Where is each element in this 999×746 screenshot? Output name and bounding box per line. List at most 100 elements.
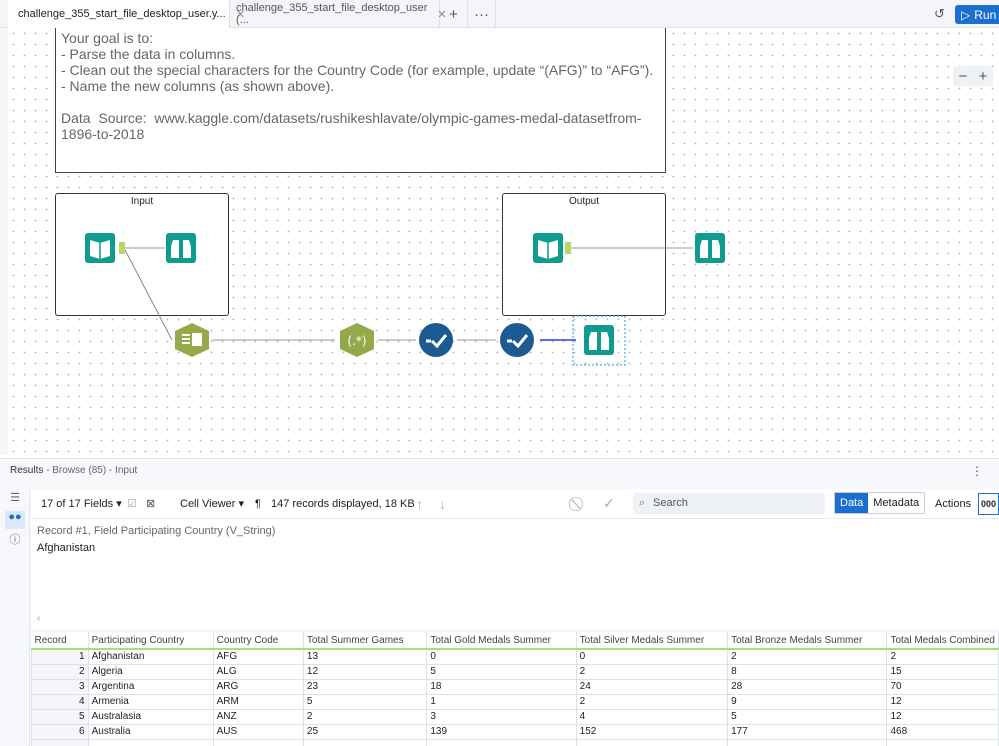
help-icon[interactable]: ⓘ	[5, 531, 25, 549]
select-tool-icon[interactable]	[418, 322, 454, 358]
table-cell[interactable]: Algeria	[87, 663, 214, 680]
arrow-down-icon[interactable]: ↓	[439, 496, 446, 512]
table-cell[interactable]: 139	[426, 723, 577, 740]
table-cell[interactable]: 13	[302, 648, 428, 665]
table-cell[interactable]: 5	[727, 708, 888, 725]
search-input[interactable]: ⌕ Search	[633, 493, 825, 514]
table-cell[interactable]: Armenia	[87, 693, 214, 710]
metadata-tab[interactable]: Metadata	[868, 493, 924, 513]
table-cell[interactable]: 2	[31, 663, 89, 680]
more-button[interactable]: 000	[978, 493, 999, 515]
table-cell[interactable]: 12	[302, 663, 428, 680]
table-cell[interactable]: 0	[575, 648, 729, 665]
table-cell[interactable]: 4	[575, 708, 729, 725]
table-row[interactable]: 6 Australia AUS 25 139 152 177 468	[31, 723, 999, 740]
table-cell[interactable]: 2	[302, 708, 428, 725]
table-row[interactable]: 1 Afghanistan AFG 13 0 0 2 2	[31, 648, 999, 665]
table-cell[interactable]: 177	[727, 723, 888, 740]
table-cell[interactable]: 468	[886, 723, 999, 740]
table-cell[interactable]: 3	[31, 678, 89, 695]
table-cell[interactable]: 0	[426, 648, 577, 665]
checkbox-icon[interactable]: ☑	[127, 497, 137, 510]
column-header[interactable]: Record	[31, 632, 89, 650]
table-cell[interactable]: 18	[426, 678, 577, 695]
search-placeholder: Search	[653, 497, 688, 509]
select-tool-icon[interactable]	[499, 322, 535, 358]
table-cell[interactable]: 5	[31, 708, 89, 725]
table-cell[interactable]: 6	[31, 723, 89, 740]
table-row[interactable]: 4 Armenia ARM 5 1 2 9 12	[31, 693, 999, 710]
binoculars-icon[interactable]: ●●	[5, 511, 25, 529]
clear-icon[interactable]: ⊠	[146, 497, 155, 510]
data-grid: Record Participating Country Country Code T…	[31, 629, 999, 746]
column-header[interactable]: Participating Country	[88, 632, 214, 650]
table-cell[interactable]: 2	[886, 648, 999, 665]
table-cell[interactable]: 70	[886, 678, 999, 695]
actions-button[interactable]: Actions	[935, 498, 971, 510]
table-cell[interactable]: AFG	[212, 648, 304, 665]
table-cell[interactable]: 12	[886, 693, 999, 710]
column-header[interactable]: Total Gold Medals Summer	[426, 632, 577, 650]
table-cell[interactable]: Argentina	[87, 678, 214, 695]
text-to-columns-tool-icon[interactable]	[172, 322, 212, 358]
arrow-up-icon[interactable]: ↑	[416, 496, 423, 512]
column-header[interactable]: Country Code	[213, 632, 304, 650]
table-cell[interactable]: Australia	[87, 723, 214, 740]
table-cell[interactable]: Afghanistan	[87, 648, 214, 665]
table-row[interactable]: 2 Algeria ALG 12 5 2 8 15	[31, 663, 999, 680]
table-cell[interactable]: 12	[886, 708, 999, 725]
table-cell[interactable]: 4	[31, 693, 89, 710]
results-subtitle: - Browse (85) - Input	[46, 465, 138, 476]
table-cell[interactable]: ARM	[212, 693, 304, 710]
table-cell[interactable]: 2	[575, 663, 729, 680]
table-cell[interactable]: 9	[727, 693, 888, 710]
list-icon[interactable]: ☰	[5, 491, 25, 509]
data-tab[interactable]: Data	[835, 493, 869, 513]
table-cell[interactable]: 152	[575, 723, 729, 740]
browse-tool-icon-selected[interactable]	[583, 324, 615, 356]
table-cell[interactable]: 25	[302, 723, 428, 740]
table-cell[interactable]: 5	[302, 693, 428, 710]
pilcrow-icon[interactable]: ¶	[255, 498, 261, 510]
table-cell[interactable]: 2	[727, 648, 888, 665]
table-row[interactable]: 5 Australasia ANZ 2 3 4 5 12	[31, 708, 999, 725]
table-cell[interactable]: ANZ	[212, 708, 304, 725]
table-cell[interactable]: 1	[31, 648, 89, 665]
table-cell[interactable]: 8	[727, 663, 888, 680]
svg-text:(.*): (.*)	[347, 334, 366, 348]
browse-tool-icon[interactable]	[694, 232, 726, 264]
check-icon[interactable]: ✓	[603, 495, 615, 512]
table-row[interactable]: 3 Argentina ARG 23 18 24 28 70	[31, 678, 999, 695]
table-cell[interactable]: 15	[886, 663, 999, 680]
table-cell[interactable]: Australasia	[87, 708, 214, 725]
output-anchor[interactable]	[565, 242, 571, 254]
more-options-icon[interactable]: ⋮	[971, 464, 983, 478]
browse-tool-icon[interactable]	[165, 232, 197, 264]
column-header[interactable]: Total Silver Medals Summer	[576, 632, 729, 650]
input-data-tool-icon[interactable]	[532, 232, 564, 264]
table-cell[interactable]: ALG	[212, 663, 304, 680]
record-value: Afghanistan	[37, 542, 96, 554]
table-cell[interactable]: ARG	[212, 678, 304, 695]
output-anchor[interactable]	[119, 242, 125, 254]
table-cell[interactable]: AUS	[212, 723, 304, 740]
table-cell[interactable]: 5	[426, 663, 577, 680]
regex-tool-icon[interactable]: (.*)	[336, 322, 378, 358]
cell-viewer-dropdown[interactable]: Cell Viewer ▾	[180, 497, 244, 510]
table-cell[interactable]: 1	[426, 693, 577, 710]
results-table: Record Participating Country Country Code T…	[31, 632, 999, 746]
column-header[interactable]: Total Bronze Medals Summer	[727, 632, 888, 650]
column-header[interactable]: Total Medals Combined	[886, 632, 999, 650]
table-header-row: Record Participating Country Country Code T…	[31, 632, 999, 650]
viewer-label: Cell Viewer	[180, 498, 236, 510]
column-header[interactable]: Total Summer Games	[303, 632, 428, 650]
table-cell[interactable]: 23	[302, 678, 428, 695]
table-cell[interactable]: 28	[727, 678, 888, 695]
table-cell[interactable]: 24	[575, 678, 729, 695]
scroll-left-icon[interactable]: ‹	[37, 613, 40, 624]
records-count: 147 records displayed, 18 KB	[271, 497, 415, 510]
fields-dropdown[interactable]: 17 of 17 Fields ▾	[41, 497, 122, 510]
table-cell[interactable]: 3	[426, 708, 577, 725]
input-data-tool-icon[interactable]	[84, 232, 116, 264]
table-cell[interactable]: 2	[575, 693, 729, 710]
